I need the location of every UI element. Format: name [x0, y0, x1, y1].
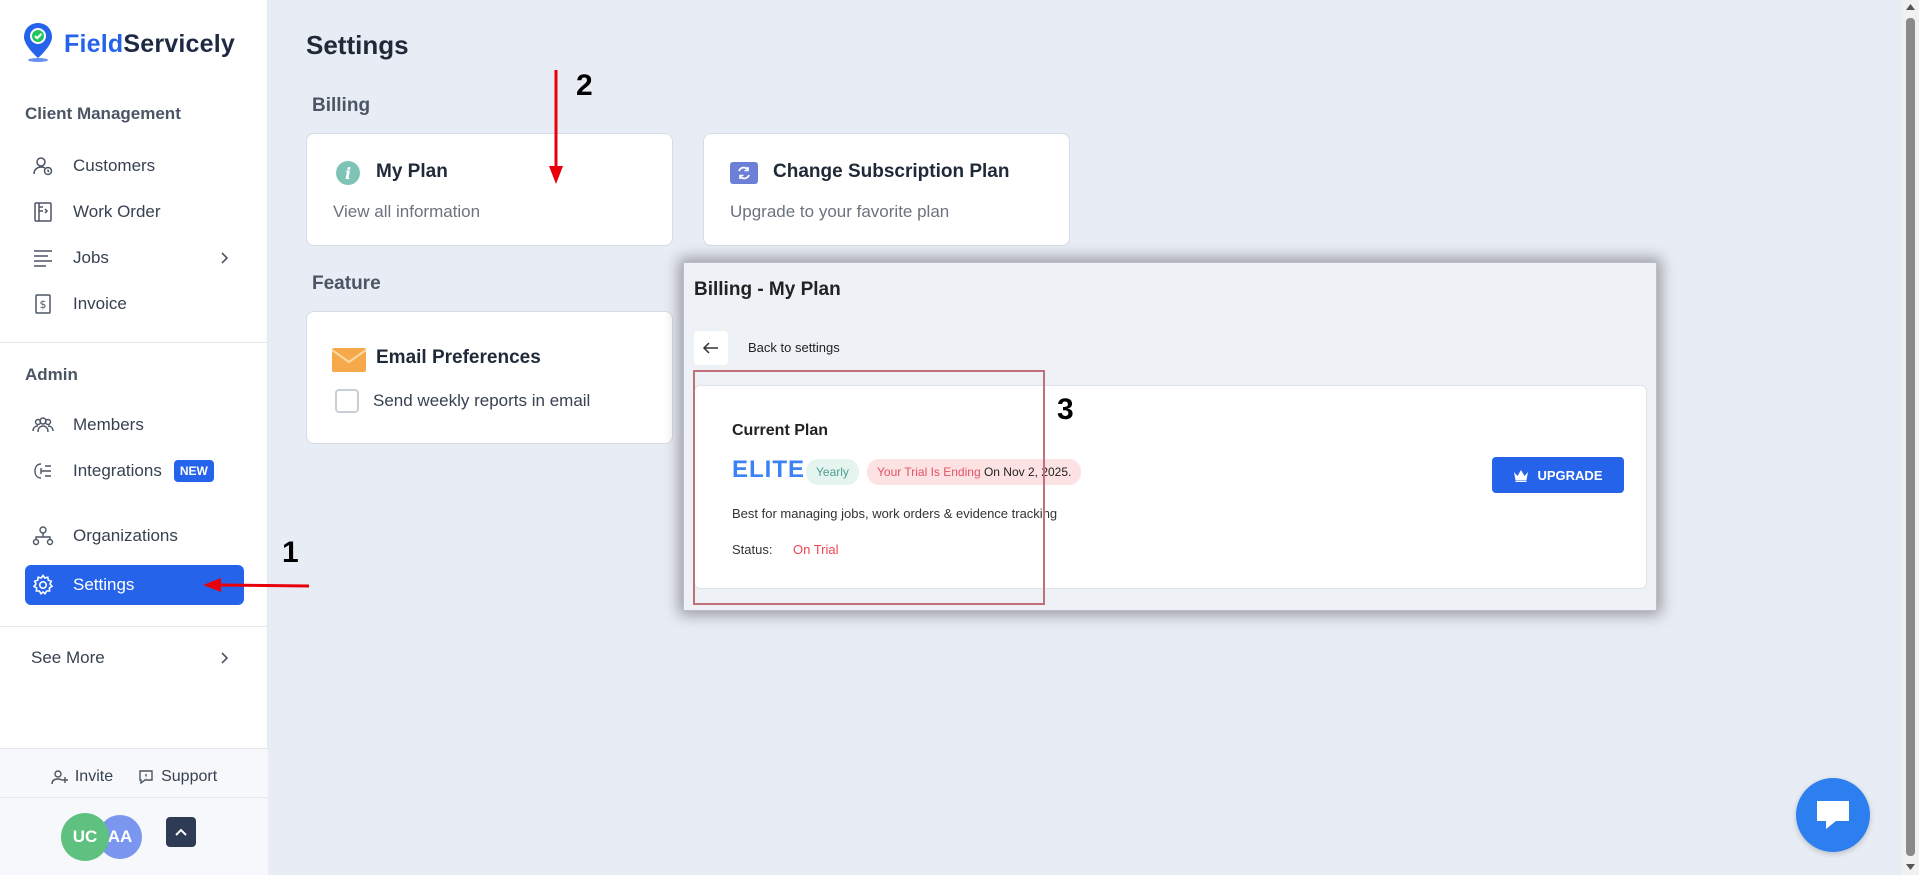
vertical-scrollbar[interactable] — [1902, 0, 1919, 875]
annotation-arrows — [203, 70, 563, 592]
scrollbar-thumb[interactable] — [1906, 18, 1915, 856]
scroll-up-arrow-icon[interactable] — [1905, 3, 1916, 11]
annotation-arrow-2 — [549, 70, 563, 184]
annotation-arrow-1 — [203, 578, 310, 592]
chat-bubble-icon — [1817, 801, 1849, 829]
scroll-down-arrow-icon[interactable] — [1905, 863, 1916, 871]
chat-widget-button[interactable] — [1796, 778, 1870, 852]
